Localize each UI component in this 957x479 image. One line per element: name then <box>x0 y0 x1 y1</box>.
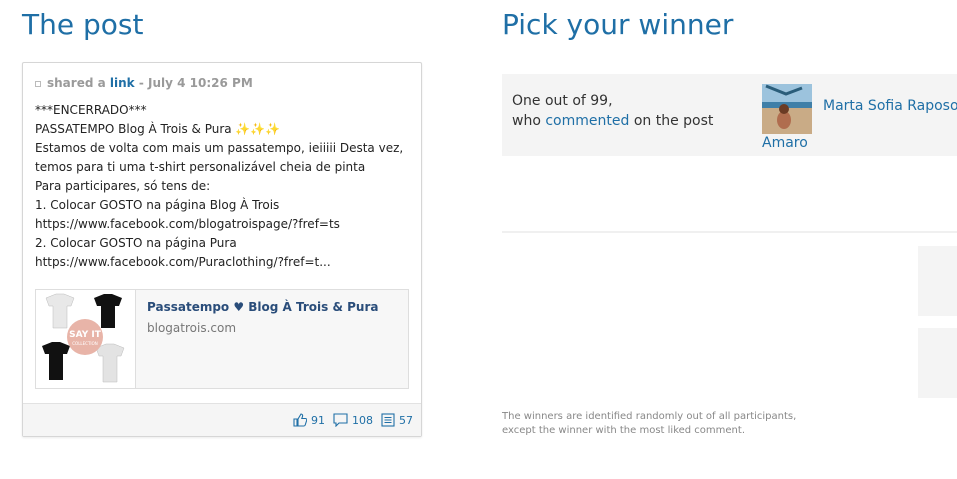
likes-stat[interactable]: 91 <box>293 413 325 427</box>
placeholder-block <box>918 328 957 398</box>
comment-icon <box>333 413 348 427</box>
post-body-line: Para participares, só tens de: <box>35 179 211 193</box>
section-divider <box>502 231 957 233</box>
post-body-line: https://www.facebook.com/blogatroispage/… <box>35 217 340 231</box>
link-preview-title[interactable]: Passatempo ♥ Blog À Trois & Pura <box>147 300 378 314</box>
post-body-line: 1. Colocar GOSTO na página Blog À Trois <box>35 198 280 212</box>
winner-heading: Pick your winner <box>502 8 734 41</box>
winner-panel: One out of 99, who commented on the post… <box>502 74 957 156</box>
post-meta-link[interactable]: link <box>110 76 135 90</box>
winner-footnote: The winners are identified randomly out … <box>502 410 862 438</box>
winner-criteria-pre: who <box>512 113 541 129</box>
shares-count: 57 <box>399 413 413 427</box>
likes-count: 91 <box>311 413 325 427</box>
shares-stat[interactable]: 57 <box>381 413 413 427</box>
winner-name[interactable]: Marta Sofia Raposo <box>823 98 957 114</box>
placeholder-block <box>918 246 957 316</box>
post-body-line: PASSATEMPO Blog À Trois & Pura ✨✨✨ <box>35 122 281 136</box>
winner-criteria-post: on the post <box>633 113 714 129</box>
post-heading: The post <box>22 8 144 41</box>
commented-link[interactable]: commented <box>545 113 629 129</box>
link-preview-domain: blogatrois.com <box>147 321 237 335</box>
bullet-icon <box>35 80 41 87</box>
post-body-line: Estamos de volta com mais um passatempo,… <box>35 141 404 155</box>
footnote-line: except the winner with the most liked co… <box>502 425 745 436</box>
post-card: shared a link - July 4 10:26 PM ***ENCER… <box>22 62 422 437</box>
post-body-line: temos para ti uma t-shirt personalizável… <box>35 160 366 174</box>
winner-odds: One out of 99, <box>512 93 613 109</box>
link-preview-thumbnail[interactable]: SAY IT COLLECTION <box>36 290 136 388</box>
comments-stat[interactable]: 108 <box>333 413 373 427</box>
post-body-line: 2. Colocar GOSTO na página Pura <box>35 236 237 250</box>
footnote-line: The winners are identified randomly out … <box>502 411 797 422</box>
post-body: ***ENCERRADO*** PASSATEMPO Blog À Trois … <box>35 101 415 272</box>
winner-name-continued[interactable]: Amaro <box>762 135 808 151</box>
post-body-line: https://www.facebook.com/Puraclothing/?f… <box>35 255 331 269</box>
post-stats: 91 108 57 <box>293 413 413 427</box>
post-meta-prefix: shared a <box>47 76 106 90</box>
link-preview[interactable]: SAY IT COLLECTION Passatempo ♥ Blog À Tr… <box>35 289 409 389</box>
thumb-subtitle: COLLECTION <box>72 341 97 346</box>
winner-criteria: who commented on the post <box>512 113 713 129</box>
comments-count: 108 <box>352 413 373 427</box>
thumbs-up-icon <box>293 413 307 427</box>
post-meta: shared a link - July 4 10:26 PM <box>35 76 253 90</box>
post-body-line: ***ENCERRADO*** <box>35 103 147 117</box>
share-list-icon <box>381 413 395 427</box>
post-meta-time: - July 4 10:26 PM <box>138 76 253 90</box>
thumb-title: SAY IT <box>69 330 102 340</box>
post-footer: 91 108 57 <box>23 403 421 436</box>
winner-avatar[interactable] <box>762 84 812 134</box>
